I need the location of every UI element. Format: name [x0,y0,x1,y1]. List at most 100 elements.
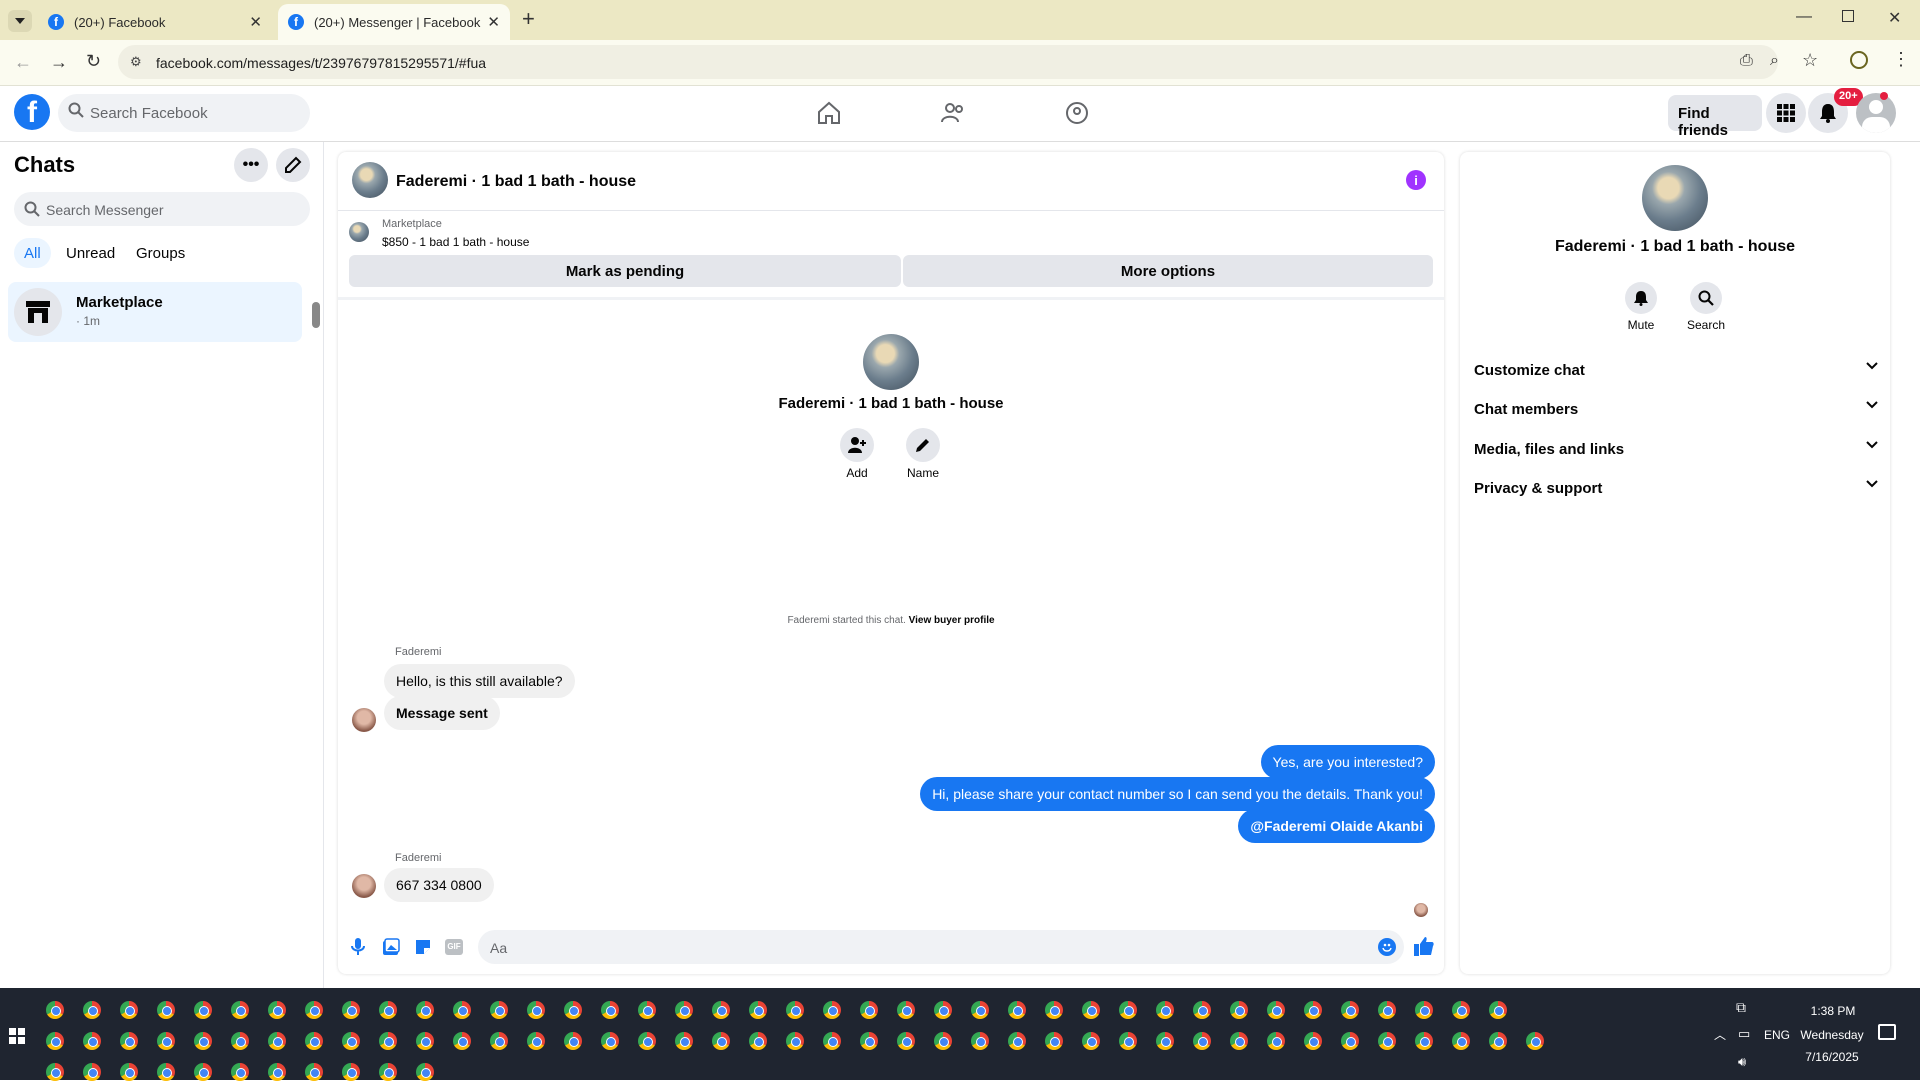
chrome-taskbar-icon[interactable] [1415,1001,1433,1019]
chrome-taskbar-icon[interactable] [823,1032,841,1050]
chrome-taskbar-icon[interactable] [1452,1032,1470,1050]
minimize-icon[interactable]: — [1796,8,1812,26]
like-icon[interactable] [1414,936,1434,956]
facebook-logo[interactable]: f [14,94,50,130]
tab-messenger[interactable]: f (20+) Messenger | Facebook ✕ [278,4,510,40]
chrome-taskbar-icon[interactable] [453,1001,471,1019]
chrome-taskbar-icon[interactable] [1267,1032,1285,1050]
mute-bell-icon[interactable] [1625,282,1657,314]
chrome-taskbar-icon[interactable] [860,1032,878,1050]
menu-grid-icon[interactable] [1766,93,1806,133]
chat-list-item[interactable]: Marketplace · 1m [8,282,302,342]
chrome-taskbar-icon[interactable] [268,1063,286,1081]
outgoing-message[interactable]: Yes, are you interested? [1260,745,1435,779]
incoming-message[interactable]: 667 334 0800 [384,868,494,902]
clock-day[interactable]: Wednesday [1790,1028,1874,1042]
chrome-taskbar-icon[interactable] [1341,1001,1359,1019]
chrome-taskbar-icon[interactable] [1341,1032,1359,1050]
reload-icon[interactable]: ↻ [86,51,101,72]
chrome-taskbar-icon[interactable] [416,1001,434,1019]
media-files-links-section[interactable]: Media, files and links [1474,441,1878,469]
filter-unread[interactable]: Unread [56,238,125,268]
edit-name-icon[interactable] [906,428,940,462]
chrome-taskbar-icon[interactable] [1452,1001,1470,1019]
emoji-icon[interactable] [1378,938,1396,956]
chrome-taskbar-icon[interactable] [897,1001,915,1019]
chrome-taskbar-icon[interactable] [490,1032,508,1050]
chrome-taskbar-icon[interactable] [712,1001,730,1019]
chrome-taskbar-icon[interactable] [1230,1001,1248,1019]
chrome-taskbar-icon[interactable] [527,1032,545,1050]
volume-icon[interactable]: 🔊︎ [1738,1054,1746,1070]
chrome-taskbar-icon[interactable] [120,1063,138,1081]
chrome-taskbar-icon[interactable] [379,1032,397,1050]
chrome-taskbar-icon[interactable] [83,1001,101,1019]
chrome-taskbar-icon[interactable] [897,1032,915,1050]
forward-icon[interactable]: → [50,52,68,73]
gif-icon[interactable]: GIF [445,939,463,955]
home-icon[interactable] [816,100,842,126]
sender-avatar[interactable] [352,874,376,898]
chrome-taskbar-icon[interactable] [971,1032,989,1050]
close-tab-icon[interactable]: ✕ [487,13,500,31]
view-buyer-profile-link[interactable]: View buyer profile [909,615,995,626]
chrome-taskbar-icon[interactable] [1304,1001,1322,1019]
chrome-taskbar-icon[interactable] [749,1032,767,1050]
chrome-taskbar-icon[interactable] [860,1001,878,1019]
chrome-taskbar-icon[interactable] [379,1063,397,1081]
close-tab-icon[interactable]: ✕ [249,13,262,31]
new-message-icon[interactable] [276,148,310,182]
chrome-taskbar-icon[interactable] [527,1001,545,1019]
window-close-icon[interactable]: ✕ [1888,8,1901,28]
chrome-taskbar-icon[interactable] [194,1063,212,1081]
chrome-taskbar-icon[interactable] [46,1032,64,1050]
chrome-taskbar-icon[interactable] [231,1001,249,1019]
chrome-taskbar-icon[interactable] [1045,1032,1063,1050]
outgoing-message[interactable]: Hi, please share your contact number so … [920,777,1435,811]
chrome-taskbar-icon[interactable] [564,1001,582,1019]
chrome-taskbar-icon[interactable] [601,1001,619,1019]
chrome-taskbar-icon[interactable] [823,1001,841,1019]
account-avatar[interactable] [1856,93,1896,133]
chrome-taskbar-icon[interactable] [231,1032,249,1050]
chrome-taskbar-icon[interactable] [786,1001,804,1019]
clock-time[interactable]: 1:38 PM [1798,1004,1868,1018]
privacy-support-section[interactable]: Privacy & support [1474,480,1878,508]
chrome-taskbar-icon[interactable] [675,1032,693,1050]
chrome-taskbar-icon[interactable] [1082,1032,1100,1050]
add-person-icon[interactable] [840,428,874,462]
chrome-taskbar-icon[interactable] [1045,1001,1063,1019]
chrome-taskbar-icon[interactable] [712,1032,730,1050]
chrome-taskbar-icon[interactable] [1415,1032,1433,1050]
tab-facebook[interactable]: f (20+) Facebook ✕ [38,4,272,40]
chrome-taskbar-icon[interactable] [1082,1001,1100,1019]
search-icon[interactable] [1690,282,1722,314]
chrome-taskbar-icon[interactable] [46,1063,64,1081]
chrome-taskbar-icon[interactable] [453,1032,471,1050]
chrome-taskbar-icon[interactable] [120,1032,138,1050]
chrome-taskbar-icon[interactable] [342,1001,360,1019]
chrome-taskbar-icon[interactable] [305,1032,323,1050]
chrome-taskbar-icon[interactable] [638,1032,656,1050]
more-options-icon[interactable]: ••• [234,148,268,182]
chrome-taskbar-icon[interactable] [157,1032,175,1050]
message-input[interactable]: Aa [478,930,1404,964]
chrome-taskbar-icon[interactable] [564,1032,582,1050]
task-view-icon[interactable]: ⧉ [1736,999,1746,1016]
chrome-taskbar-icon[interactable] [1193,1001,1211,1019]
conversation-title[interactable]: Faderemi · 1 bad 1 bath - house [396,173,636,191]
groups-icon[interactable] [1064,100,1090,126]
photo-icon[interactable] [382,938,400,956]
chrome-taskbar-icon[interactable] [83,1032,101,1050]
sender-avatar[interactable] [352,708,376,732]
browser-menu-icon[interactable]: ⋮ [1892,49,1910,70]
chrome-taskbar-icon[interactable] [1156,1032,1174,1050]
listing-text[interactable]: $850 - 1 bad 1 bath - house [382,235,529,249]
chrome-taskbar-icon[interactable] [490,1001,508,1019]
chrome-taskbar-icon[interactable] [1119,1001,1137,1019]
zoom-icon[interactable]: ⌕ [1770,52,1779,70]
chrome-taskbar-icon[interactable] [1378,1032,1396,1050]
more-options-button[interactable]: More options [903,255,1433,287]
conversation-avatar[interactable] [352,162,388,198]
clock-date[interactable]: 7/16/2025 [1790,1050,1874,1064]
